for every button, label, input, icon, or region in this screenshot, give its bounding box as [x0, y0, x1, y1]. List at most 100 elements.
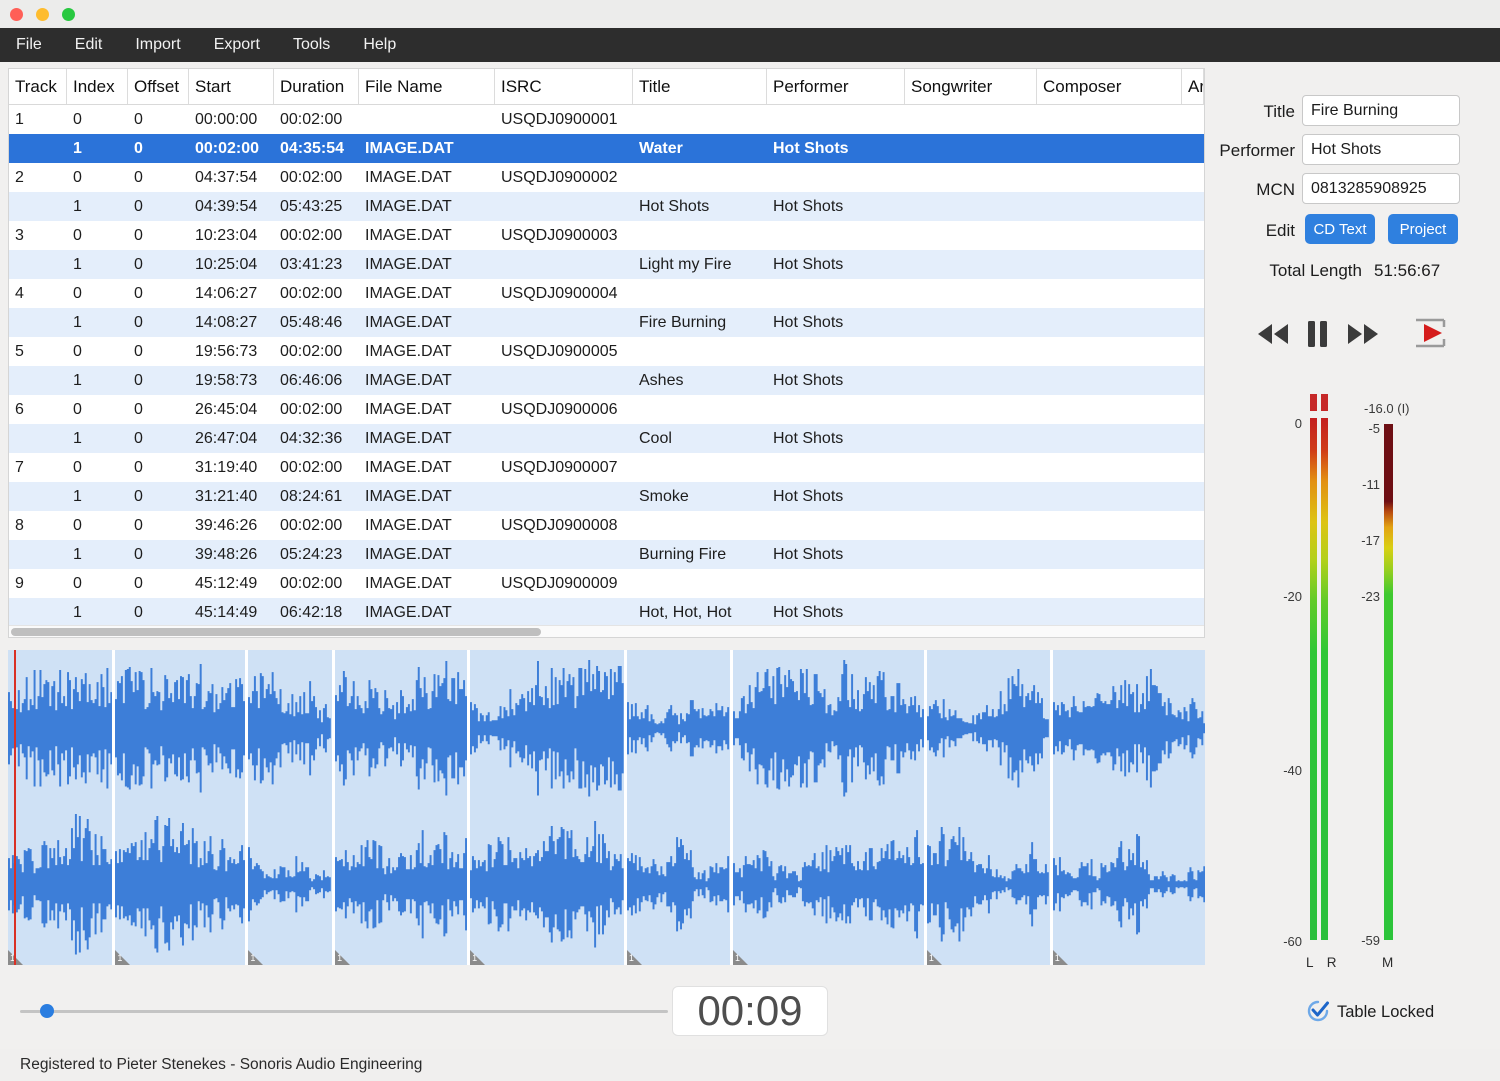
column-header-composer[interactable]: Composer [1037, 69, 1182, 104]
column-header-songwriter[interactable]: Songwriter [905, 69, 1037, 104]
column-header-title[interactable]: Title [633, 69, 767, 104]
table-cell: 7 [9, 453, 67, 482]
mid-scale-5: -5 [1348, 421, 1380, 436]
column-header-duration[interactable]: Duration [274, 69, 359, 104]
table-locked-checkbox[interactable] [1306, 999, 1330, 1028]
table-row[interactable]: 1031:21:4008:24:61IMAGE.DATSmokeHot Shot… [9, 482, 1204, 511]
column-header-file-name[interactable]: File Name [359, 69, 495, 104]
table-row[interactable]: 10000:00:0000:02:00USQDJ0900001 [9, 105, 1204, 134]
waveform-segment-track-7[interactable]: 1 [733, 650, 924, 965]
waveform-segment-track-3[interactable]: 1 [248, 650, 332, 965]
project-button[interactable]: Project [1388, 214, 1458, 244]
waveform-view[interactable]: 111111111 [8, 650, 1205, 965]
table-cell: 0 [128, 279, 189, 308]
menu-item-export[interactable]: Export [214, 36, 260, 54]
table-cell [633, 163, 767, 192]
table-row[interactable]: 20004:37:5400:02:00IMAGE.DATUSQDJ0900002 [9, 163, 1204, 192]
table-cell [9, 598, 67, 627]
column-header-isrc[interactable]: ISRC [495, 69, 633, 104]
table-cell: 0 [128, 424, 189, 453]
mcn-input[interactable] [1302, 173, 1460, 204]
menu-item-file[interactable]: File [16, 36, 42, 54]
table-row[interactable]: 1000:02:0004:35:54IMAGE.DATWaterHot Shot… [9, 134, 1204, 163]
table-cell [9, 134, 67, 163]
table-row[interactable]: 60026:45:0400:02:00IMAGE.DATUSQDJ0900006 [9, 395, 1204, 424]
menu-item-edit[interactable]: Edit [75, 36, 103, 54]
waveform-segment-track-1[interactable]: 1 [8, 650, 112, 965]
column-header-start[interactable]: Start [189, 69, 274, 104]
track-start-marker: 1 [1053, 950, 1068, 965]
table-cell: 00:02:00 [274, 395, 359, 424]
table-cell: 1 [9, 105, 67, 134]
table-cell: 00:02:00 [274, 511, 359, 540]
meter-scale-0: 0 [1270, 416, 1302, 431]
fast-forward-button[interactable] [1346, 322, 1380, 346]
table-row[interactable]: 1004:39:5405:43:25IMAGE.DATHot ShotsHot … [9, 192, 1204, 221]
table-cell: Hot Shots [767, 598, 905, 627]
rewind-button[interactable] [1256, 322, 1290, 346]
table-cell: Hot Shots [767, 482, 905, 511]
table-cell: 0 [128, 511, 189, 540]
table-cell: IMAGE.DAT [359, 482, 495, 511]
table-cell: 1 [67, 598, 128, 627]
cd-text-button[interactable]: CD Text [1305, 214, 1375, 244]
table-row[interactable]: 30010:23:0400:02:00IMAGE.DATUSQDJ0900003 [9, 221, 1204, 250]
seek-slider-thumb[interactable] [40, 1004, 54, 1018]
table-row[interactable]: 1010:25:0403:41:23IMAGE.DATLight my Fire… [9, 250, 1204, 279]
waveform-segment-track-9[interactable]: 1 [1053, 650, 1205, 965]
table-cell [359, 105, 495, 134]
table-cell [905, 134, 1037, 163]
table-cell [633, 453, 767, 482]
playhead-cursor[interactable] [14, 650, 16, 965]
table-cell: Hot Shots [767, 424, 905, 453]
waveform-segment-track-5[interactable]: 1 [470, 650, 624, 965]
table-cell: USQDJ0900007 [495, 453, 633, 482]
table-cell: Hot Shots [767, 366, 905, 395]
table-cell: USQDJ0900006 [495, 395, 633, 424]
table-row[interactable]: 1019:58:7306:46:06IMAGE.DATAshesHot Shot… [9, 366, 1204, 395]
table-row[interactable]: 70031:19:4000:02:00IMAGE.DATUSQDJ0900007 [9, 453, 1204, 482]
title-input[interactable] [1302, 95, 1460, 126]
waveform-segment-track-8[interactable]: 1 [927, 650, 1050, 965]
waveform-segment-track-2[interactable]: 1 [115, 650, 245, 965]
play-from-marker-button[interactable] [1410, 317, 1450, 349]
menu-item-help[interactable]: Help [363, 36, 396, 54]
table-row[interactable]: 90045:12:4900:02:00IMAGE.DATUSQDJ0900009 [9, 569, 1204, 598]
performer-input[interactable] [1302, 134, 1460, 165]
table-row[interactable]: 1026:47:0404:32:36IMAGE.DATCoolHot Shots [9, 424, 1204, 453]
table-cell: 10:25:04 [189, 250, 274, 279]
table-row[interactable]: 1045:14:4906:42:18IMAGE.DATHot, Hot, Hot… [9, 598, 1204, 627]
column-header-index[interactable]: Index [67, 69, 128, 104]
seek-slider[interactable] [20, 1010, 668, 1013]
column-header-offset[interactable]: Offset [128, 69, 189, 104]
menu-item-tools[interactable]: Tools [293, 36, 330, 54]
table-cell: 0 [128, 395, 189, 424]
table-row[interactable]: 80039:46:2600:02:00IMAGE.DATUSQDJ0900008 [9, 511, 1204, 540]
menu-item-import[interactable]: Import [135, 36, 180, 54]
table-cell: 2 [9, 163, 67, 192]
column-header-track[interactable]: Track [9, 69, 67, 104]
table-cell: 04:32:36 [274, 424, 359, 453]
waveform-segment-track-4[interactable]: 1 [335, 650, 467, 965]
loudness-readout: -16.0 (I) [1364, 401, 1410, 416]
table-row[interactable]: 1014:08:2705:48:46IMAGE.DATFire BurningH… [9, 308, 1204, 337]
table-cell: 31:21:40 [189, 482, 274, 511]
table-cell: 00:02:00 [274, 569, 359, 598]
horizontal-scrollbar[interactable] [9, 625, 1204, 637]
table-row[interactable]: 40014:06:2700:02:00IMAGE.DATUSQDJ0900004 [9, 279, 1204, 308]
table-cell: 9 [9, 569, 67, 598]
column-header-performer[interactable]: Performer [767, 69, 905, 104]
table-cell [495, 540, 633, 569]
close-button[interactable] [10, 8, 23, 21]
table-row[interactable]: 1039:48:2605:24:23IMAGE.DATBurning FireH… [9, 540, 1204, 569]
table-row[interactable]: 50019:56:7300:02:00IMAGE.DATUSQDJ0900005 [9, 337, 1204, 366]
scrollbar-thumb[interactable] [11, 628, 541, 636]
table-cell [767, 511, 905, 540]
waveform-segment-track-6[interactable]: 1 [627, 650, 730, 965]
table-cell: USQDJ0900002 [495, 163, 633, 192]
column-header-arr[interactable]: Arr [1182, 69, 1204, 104]
pause-button[interactable] [1306, 319, 1330, 349]
zoom-button[interactable] [62, 8, 75, 21]
minimize-button[interactable] [36, 8, 49, 21]
table-cell [905, 598, 1037, 627]
